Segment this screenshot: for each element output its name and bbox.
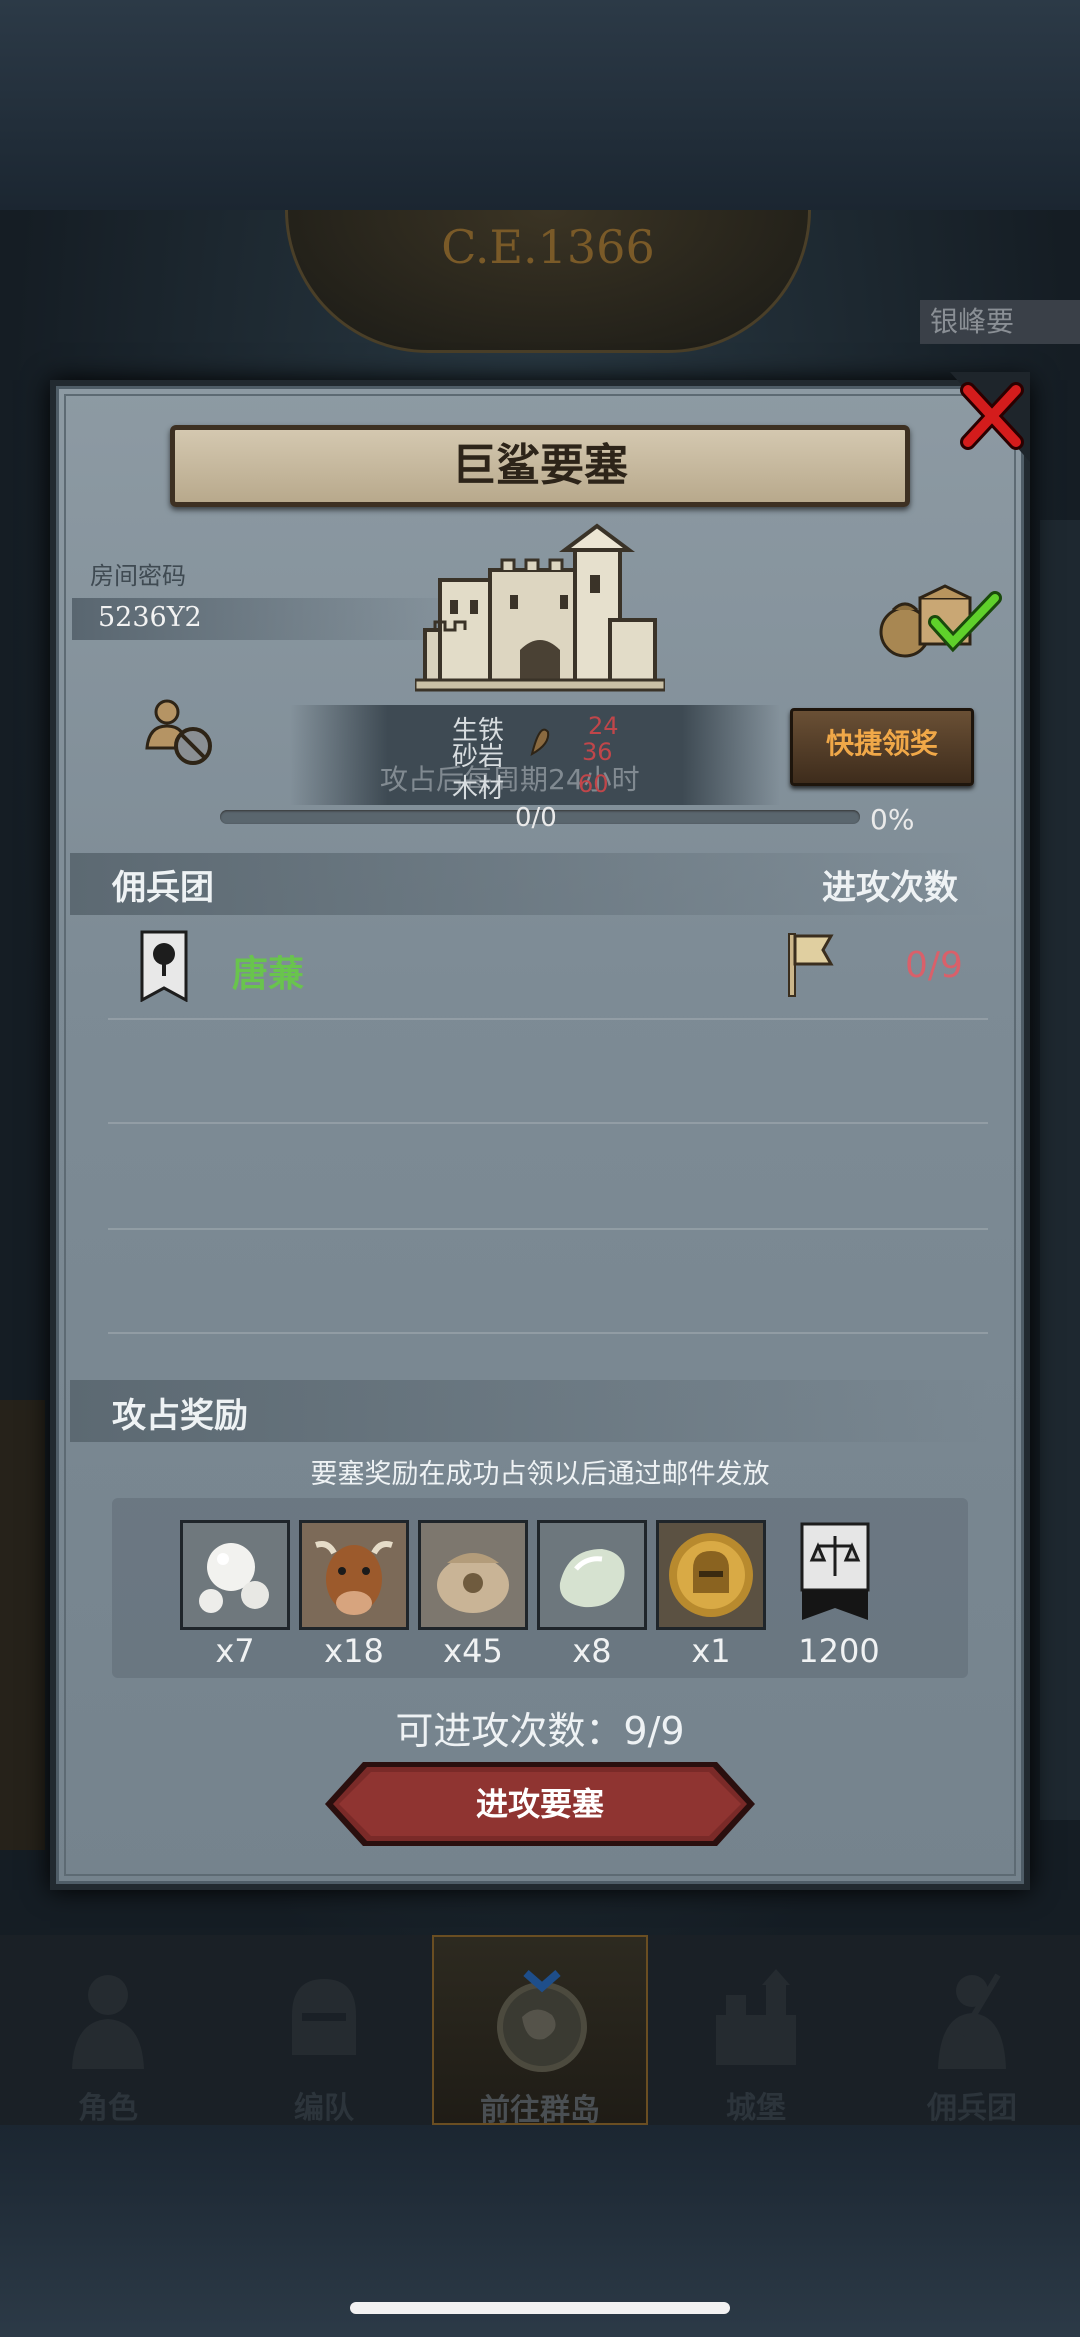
quick-claim-button[interactable]: 快捷领奖: [790, 708, 974, 786]
nav-label: 编队: [294, 2091, 354, 2126]
gem-icon[interactable]: [537, 1520, 647, 1630]
pearl-icon[interactable]: [180, 1520, 290, 1630]
reward-quantity: x1: [691, 1632, 731, 1670]
row-divider: [108, 1122, 988, 1124]
nav-label: 前往群岛: [480, 2093, 600, 2128]
room-code-value: 5236Y2: [98, 602, 202, 633]
resource-name: 木材: [452, 774, 505, 804]
flag-icon: [788, 933, 834, 997]
mercenary-icon: [938, 1973, 1006, 2069]
guild-tree-banner-icon: [140, 930, 188, 1002]
reward-note: 要塞奖励在成功占领以后通过邮件发放: [310, 1459, 770, 1490]
reward-quantity: 1200: [798, 1632, 880, 1670]
rewards-section-title: 攻占奖励: [112, 1396, 248, 1436]
nav-label: 城堡: [726, 2091, 786, 2126]
claimed-reward-icon[interactable]: [875, 580, 1005, 660]
islands-map-icon: [497, 1969, 587, 2072]
close-icon[interactable]: [950, 372, 1030, 462]
attack-count-header: 进攻次数: [822, 868, 958, 908]
scene-side-decoration-right: [1040, 520, 1080, 1820]
justice-banner-icon[interactable]: [798, 1520, 872, 1630]
remaining-attacks: 可进攻次数：9/9: [395, 1709, 685, 1753]
attack-button-label: 进攻要塞: [475, 1785, 604, 1823]
year-medallion: C.E.1366: [285, 210, 811, 353]
fortress-castle-icon: [415, 523, 665, 692]
home-indicator[interactable]: [350, 2302, 730, 2314]
dialog-title: 巨鲨要塞: [452, 440, 628, 491]
nav-item-islands[interactable]: 前往群岛: [432, 1935, 648, 2128]
corner-location-label: 银峰要: [920, 300, 1080, 344]
no-person-icon[interactable]: [145, 698, 215, 768]
knight-icon: [72, 1975, 144, 2069]
progress-count: 0/0: [515, 803, 557, 833]
row-divider: [108, 1228, 988, 1230]
helmet-icon: [292, 1979, 356, 2055]
resource-icon: [530, 728, 550, 756]
quick-claim-label: 快捷领奖: [825, 727, 938, 760]
nav-label: 佣兵团: [927, 2091, 1017, 2126]
row-divider: [108, 1332, 988, 1334]
nav-label: 角色: [78, 2091, 138, 2126]
year-label: C.E.1366: [441, 220, 655, 274]
progress-percent: 0%: [870, 803, 915, 836]
room-password-label: 房间密码: [90, 562, 186, 590]
attack-fortress-button[interactable]: 进攻要塞: [325, 1762, 755, 1846]
nav-item-character[interactable]: 角色: [0, 1935, 216, 2126]
guild-name[interactable]: 唐蒹: [232, 945, 304, 997]
resource-value: 60: [578, 770, 609, 798]
nav-item-castle[interactable]: 城堡: [648, 1935, 864, 2126]
row-divider: [108, 1018, 988, 1020]
helmet-coin-icon[interactable]: [656, 1520, 766, 1630]
resource-value: 24: [588, 712, 619, 740]
nav-item-formation[interactable]: 编队: [216, 1935, 432, 2126]
status-bar-area: [0, 0, 1080, 210]
sack-icon[interactable]: [418, 1520, 528, 1630]
guild-section-title: 佣兵团: [112, 868, 214, 908]
guild-attack-count: 0/9: [905, 945, 963, 986]
nav-item-mercenary[interactable]: 佣兵团: [864, 1935, 1080, 2126]
castle-icon: [716, 1969, 796, 2065]
cattle-icon[interactable]: [299, 1520, 409, 1630]
title-banner: 巨鲨要塞: [170, 425, 910, 507]
bottom-navigation: 角色 编队 前往群岛 城堡 佣兵团: [0, 1935, 1080, 2128]
